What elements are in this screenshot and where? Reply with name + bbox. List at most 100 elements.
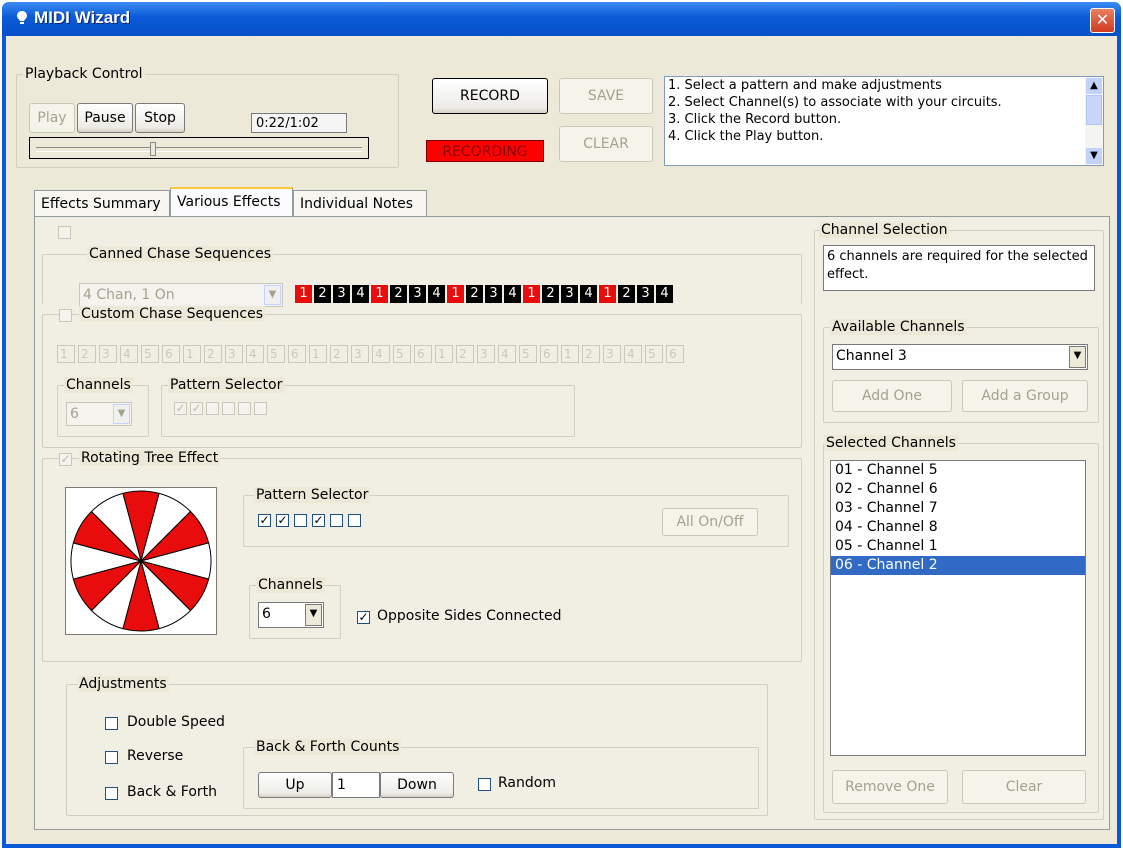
list-item[interactable]: 02 - Channel 6 [831, 480, 1085, 499]
rotating-channels-group: Channels 6 ▼ [249, 577, 341, 639]
rotating-pattern-checkbox-1[interactable] [258, 514, 271, 527]
remove-one-button[interactable]: Remove One [832, 770, 948, 804]
sequence-cell: 4 [352, 285, 369, 303]
sequence-cell: 2 [542, 285, 559, 303]
random-checkbox[interactable] [478, 778, 491, 791]
instructions-box[interactable]: 1. Select a pattern and make adjustments… [664, 76, 1104, 166]
available-channels-group: Available Channels Channel 3 ▼ Add One A… [823, 319, 1099, 423]
custom-pattern-checkbox-6[interactable] [254, 402, 267, 415]
rotating-pattern-checkbox-5[interactable] [330, 514, 343, 527]
back-forth-checkbox[interactable] [105, 787, 118, 800]
custom-pattern-checkbox-4[interactable] [222, 402, 235, 415]
rotating-pattern-checkbox-3[interactable] [294, 514, 307, 527]
pause-button[interactable]: Pause [77, 103, 133, 133]
sequence-cell: 1 [371, 285, 388, 303]
custom-sequence-cell: 3 [351, 345, 369, 363]
canned-enable-checkbox[interactable] [58, 226, 71, 239]
custom-channels-combo[interactable]: 6 ▼ [66, 402, 132, 426]
playback-slider[interactable] [29, 137, 369, 159]
custom-sequence-cell: 1 [309, 345, 327, 363]
tab-strip: Effects Summary Various Effects Individu… [34, 187, 534, 218]
all-on-off-button[interactable]: All On/Off [662, 508, 758, 536]
clear-selected-button[interactable]: Clear [962, 770, 1086, 804]
chevron-down-icon[interactable]: ▼ [305, 604, 322, 626]
list-item[interactable]: 04 - Channel 8 [831, 518, 1085, 537]
rotating-channels-combo[interactable]: 6 ▼ [258, 602, 324, 628]
adjustments-label: Adjustments [77, 676, 169, 692]
sequence-cell: 3 [485, 285, 502, 303]
available-channels-label: Available Channels [830, 319, 967, 335]
sequence-cell: 1 [599, 285, 616, 303]
close-icon: ✕ [1095, 10, 1110, 29]
custom-pattern-checkbox-5[interactable] [238, 402, 251, 415]
slider-thumb[interactable] [150, 142, 156, 156]
chevron-down-icon[interactable]: ▼ [264, 285, 281, 305]
scroll-up-icon[interactable]: ▲ [1086, 78, 1102, 94]
playback-time: 0:22/1:02 [251, 113, 347, 133]
custom-sequence-cell: 1 [435, 345, 453, 363]
opposite-sides-checkbox[interactable] [357, 611, 370, 624]
list-item-selected[interactable]: 06 - Channel 2 [831, 556, 1085, 575]
custom-sequence-cell: 3 [603, 345, 621, 363]
custom-sequence-cell: 2 [330, 345, 348, 363]
rotating-pattern-checkbox-2[interactable] [276, 514, 289, 527]
rotating-tree-wheel [70, 490, 212, 632]
custom-sequence-cell: 4 [372, 345, 390, 363]
rotating-pattern-label: Pattern Selector [254, 487, 371, 503]
rotating-tree-checkbox[interactable] [59, 453, 72, 466]
custom-chase-checkbox[interactable] [59, 309, 72, 322]
double-speed-checkbox[interactable] [105, 717, 118, 730]
list-item[interactable]: 03 - Channel 7 [831, 499, 1085, 518]
chevron-down-icon[interactable]: ▼ [113, 404, 130, 424]
custom-sequence-cell: 4 [246, 345, 264, 363]
instructions-line-1: 1. Select a pattern and make adjustments [668, 78, 942, 93]
tab-various-effects[interactable]: Various Effects [170, 187, 293, 217]
stop-button[interactable]: Stop [135, 103, 185, 133]
rotating-tree-label: Rotating Tree Effect [79, 450, 221, 466]
list-item[interactable]: 05 - Channel 1 [831, 537, 1085, 556]
selected-channels-list[interactable]: 01 - Channel 5 02 - Channel 6 03 - Chann… [830, 460, 1086, 756]
tab-effects-summary[interactable]: Effects Summary [34, 190, 170, 216]
back-forth-counts-group: Back & Forth Counts Up 1 Down Random [243, 739, 759, 809]
sequence-cell: 3 [561, 285, 578, 303]
instructions-scrollbar[interactable]: ▲ ▼ [1085, 77, 1103, 165]
rotating-pattern-checkbox-6[interactable] [348, 514, 361, 527]
selected-channels-group: Selected Channels 01 - Channel 5 02 - Ch… [823, 435, 1099, 813]
selected-channels-label: Selected Channels [824, 435, 958, 451]
client-area: Playback Control Play Pause Stop 0:22/1:… [6, 36, 1117, 844]
back-forth-counts-label: Back & Forth Counts [254, 739, 402, 755]
chevron-down-icon[interactable]: ▼ [1069, 346, 1086, 368]
save-button[interactable]: SAVE [559, 78, 653, 114]
tab-individual-notes[interactable]: Individual Notes [293, 190, 427, 216]
add-a-group-button[interactable]: Add a Group [962, 380, 1088, 412]
record-button[interactable]: RECORD [432, 78, 548, 114]
custom-sequence-cell: 4 [624, 345, 642, 363]
available-channels-combo[interactable]: Channel 3 ▼ [832, 344, 1088, 370]
canned-pattern-combo[interactable]: 4 Chan, 1 On ▼ [79, 283, 283, 307]
rotating-channels-value: 6 [262, 606, 271, 622]
rotating-tree-group: Rotating Tree Effect Pattern Selector Al… [42, 450, 802, 662]
close-button[interactable]: ✕ [1090, 8, 1115, 33]
play-button[interactable]: Play [29, 103, 75, 133]
clear-recording-button[interactable]: CLEAR [559, 126, 653, 162]
scroll-down-icon[interactable]: ▼ [1086, 148, 1102, 164]
reverse-checkbox[interactable] [105, 751, 118, 764]
count-input[interactable]: 1 [332, 772, 380, 798]
sequence-cell: 3 [333, 285, 350, 303]
custom-pattern-checkbox-1[interactable] [174, 402, 187, 415]
rotating-pattern-checkbox-4[interactable] [312, 514, 325, 527]
up-button[interactable]: Up [258, 772, 332, 798]
custom-sequence-cell: 2 [582, 345, 600, 363]
sequence-cell: 2 [314, 285, 331, 303]
back-forth-label: Back & Forth [127, 784, 218, 800]
custom-sequence-cell: 5 [267, 345, 285, 363]
custom-pattern-checkbox-3[interactable] [206, 402, 219, 415]
custom-chase-label: Custom Chase Sequences [79, 306, 266, 322]
custom-pattern-checkbox-2[interactable] [190, 402, 203, 415]
scroll-thumb[interactable] [1086, 95, 1102, 125]
list-item[interactable]: 01 - Channel 5 [831, 461, 1085, 480]
custom-channels-value: 6 [70, 406, 79, 422]
add-one-button[interactable]: Add One [832, 380, 952, 412]
adjustments-group: Adjustments Double Speed Reverse Back & … [66, 676, 768, 816]
down-button[interactable]: Down [380, 772, 454, 798]
